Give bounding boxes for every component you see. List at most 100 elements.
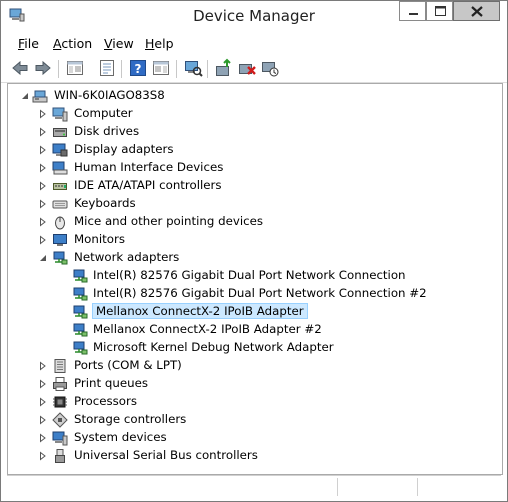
tree-item-label: Network adapters [74, 250, 180, 264]
expand-arrow-icon[interactable] [38, 433, 48, 443]
scan-hardware-button[interactable] [183, 58, 203, 78]
tree-child-network-adapter[interactable]: Intel(R) 82576 Gigabit Dual Port Network… [8, 267, 498, 285]
display-adapter-icon [52, 143, 68, 157]
status-bar [7, 475, 501, 498]
toolbar-separator [121, 60, 122, 78]
tree-item-processors[interactable]: Processors [8, 393, 498, 411]
toolbar: ? [1, 54, 507, 83]
expand-arrow-icon[interactable] [38, 199, 48, 209]
maximize-button[interactable] [426, 1, 453, 21]
expand-arrow-icon[interactable] [38, 217, 48, 227]
tree-child-network-adapter[interactable]: Intel(R) 82576 Gigabit Dual Port Network… [8, 285, 498, 303]
menu-file[interactable]: File [18, 36, 39, 51]
processor-icon [53, 396, 67, 408]
update-driver-icon [216, 58, 231, 76]
expand-arrow-icon[interactable] [38, 181, 48, 191]
status-cell [337, 478, 418, 496]
show-hide-action-pane-button[interactable] [151, 58, 171, 78]
properties-button[interactable] [97, 58, 117, 78]
tree-item-monitors[interactable]: Monitors [8, 231, 498, 249]
show-hide-console-tree-icon [67, 61, 83, 75]
monitor-icon [53, 234, 67, 246]
expand-arrow-icon[interactable] [38, 379, 48, 389]
tree-child-label: Intel(R) 82576 Gigabit Dual Port Network… [93, 286, 427, 300]
tree-child-network-adapter[interactable]: Mellanox ConnectX-2 IPoIB Adapter #2 [8, 321, 498, 339]
expand-arrow-icon[interactable] [38, 451, 48, 461]
forward-icon [35, 60, 51, 76]
title-bar[interactable]: Device Manager [1, 1, 507, 32]
tree-item-label: Print queues [74, 376, 148, 390]
expand-arrow-icon[interactable] [38, 145, 48, 155]
tree-item-label: Display adapters [74, 142, 174, 156]
forward-button[interactable] [33, 58, 53, 78]
keyboard-icon [52, 200, 68, 209]
tree-item-usb-controllers[interactable]: Universal Serial Bus controllers [8, 447, 498, 465]
tree-child-label: Mellanox ConnectX-2 IPoIB Adapter [92, 303, 308, 319]
help-button[interactable]: ? [128, 58, 148, 78]
tree-item-disk-drives[interactable]: Disk drives [8, 123, 498, 141]
expand-arrow-icon[interactable] [38, 397, 48, 407]
tree-item-label: IDE ATA/ATAPI controllers [74, 178, 222, 192]
tree-item-ide-ata-atapi-controllers[interactable]: IDE ATA/ATAPI controllers [8, 177, 498, 195]
tree-item-print-queues[interactable]: Print queues [8, 375, 498, 393]
properties-icon [100, 60, 114, 76]
help-icon: ? [130, 60, 146, 76]
network-adapter-icon [73, 305, 88, 319]
hid-icon [52, 161, 68, 175]
tree-item-label: Ports (COM & LPT) [74, 358, 182, 372]
tree-child-network-adapter[interactable]: Microsoft Kernel Debug Network Adapter [8, 339, 498, 357]
usb-icon [55, 449, 65, 463]
expand-arrow-icon[interactable] [38, 109, 48, 119]
menu-help[interactable]: Help [145, 36, 174, 51]
network-adapter-icon [73, 269, 88, 283]
tree-child-label: Intel(R) 82576 Gigabit Dual Port Network… [93, 268, 406, 282]
tree-item-network-adapters[interactable]: Network adapters [8, 249, 498, 267]
back-button[interactable] [10, 58, 30, 78]
menu-bar: File Action View Help [1, 32, 507, 54]
minimize-button[interactable] [399, 1, 426, 21]
menu-view-label: iew [112, 36, 134, 51]
tree-item-human-interface-devices[interactable]: Human Interface Devices [8, 159, 498, 177]
menu-view[interactable]: View [104, 36, 134, 51]
collapse-arrow-icon[interactable] [38, 253, 48, 263]
device-tree[interactable]: WIN-6K0IAGO83S8 Computer Disk drives Dis… [7, 83, 503, 475]
show-hide-console-tree-button[interactable] [65, 58, 85, 78]
minimize-icon [409, 13, 418, 15]
expand-arrow-icon[interactable] [38, 415, 48, 425]
port-icon [54, 359, 66, 373]
expand-arrow-icon[interactable] [38, 235, 48, 245]
tree-item-keyboards[interactable]: Keyboards [8, 195, 498, 213]
uninstall-button[interactable] [237, 58, 257, 78]
svg-text:?: ? [135, 62, 142, 76]
expand-arrow-icon[interactable] [38, 127, 48, 137]
close-button[interactable] [453, 1, 500, 21]
tree-item-storage-controllers[interactable]: Storage controllers [8, 411, 498, 429]
tree-root[interactable]: WIN-6K0IAGO83S8 [8, 87, 498, 105]
tree-child-network-adapter-selected[interactable]: Mellanox ConnectX-2 IPoIB Adapter [8, 303, 498, 321]
toolbar-separator [58, 60, 59, 78]
update-driver-button[interactable] [214, 58, 234, 78]
toolbar-separator [207, 60, 208, 78]
tree-item-label: Universal Serial Bus controllers [74, 448, 258, 462]
tree-item-label: Mice and other pointing devices [74, 214, 264, 228]
computer-icon [32, 90, 48, 103]
tree-root-label: WIN-6K0IAGO83S8 [54, 88, 165, 102]
disk-drive-icon [53, 128, 67, 137]
tree-item-label: Keyboards [74, 196, 136, 210]
expand-arrow-icon[interactable] [38, 163, 48, 173]
disable-device-icon [262, 62, 279, 77]
disable-device-button[interactable] [260, 58, 280, 78]
tree-item-ports[interactable]: Ports (COM & LPT) [8, 357, 498, 375]
tree-item-computer[interactable]: Computer [8, 105, 498, 123]
tree-item-label: Storage controllers [74, 412, 187, 426]
expand-arrow-icon[interactable] [38, 361, 48, 371]
collapse-arrow-icon[interactable] [20, 91, 30, 101]
menu-action[interactable]: Action [53, 36, 92, 51]
tree-item-system-devices[interactable]: System devices [8, 429, 498, 447]
scan-hardware-icon [185, 61, 203, 77]
tree-item-display-adapters[interactable]: Display adapters [8, 141, 498, 159]
tree-item-label: System devices [74, 430, 167, 444]
tree-item-mice[interactable]: Mice and other pointing devices [8, 213, 498, 231]
network-adapter-icon [73, 341, 88, 355]
menu-help-label: elp [154, 36, 174, 51]
